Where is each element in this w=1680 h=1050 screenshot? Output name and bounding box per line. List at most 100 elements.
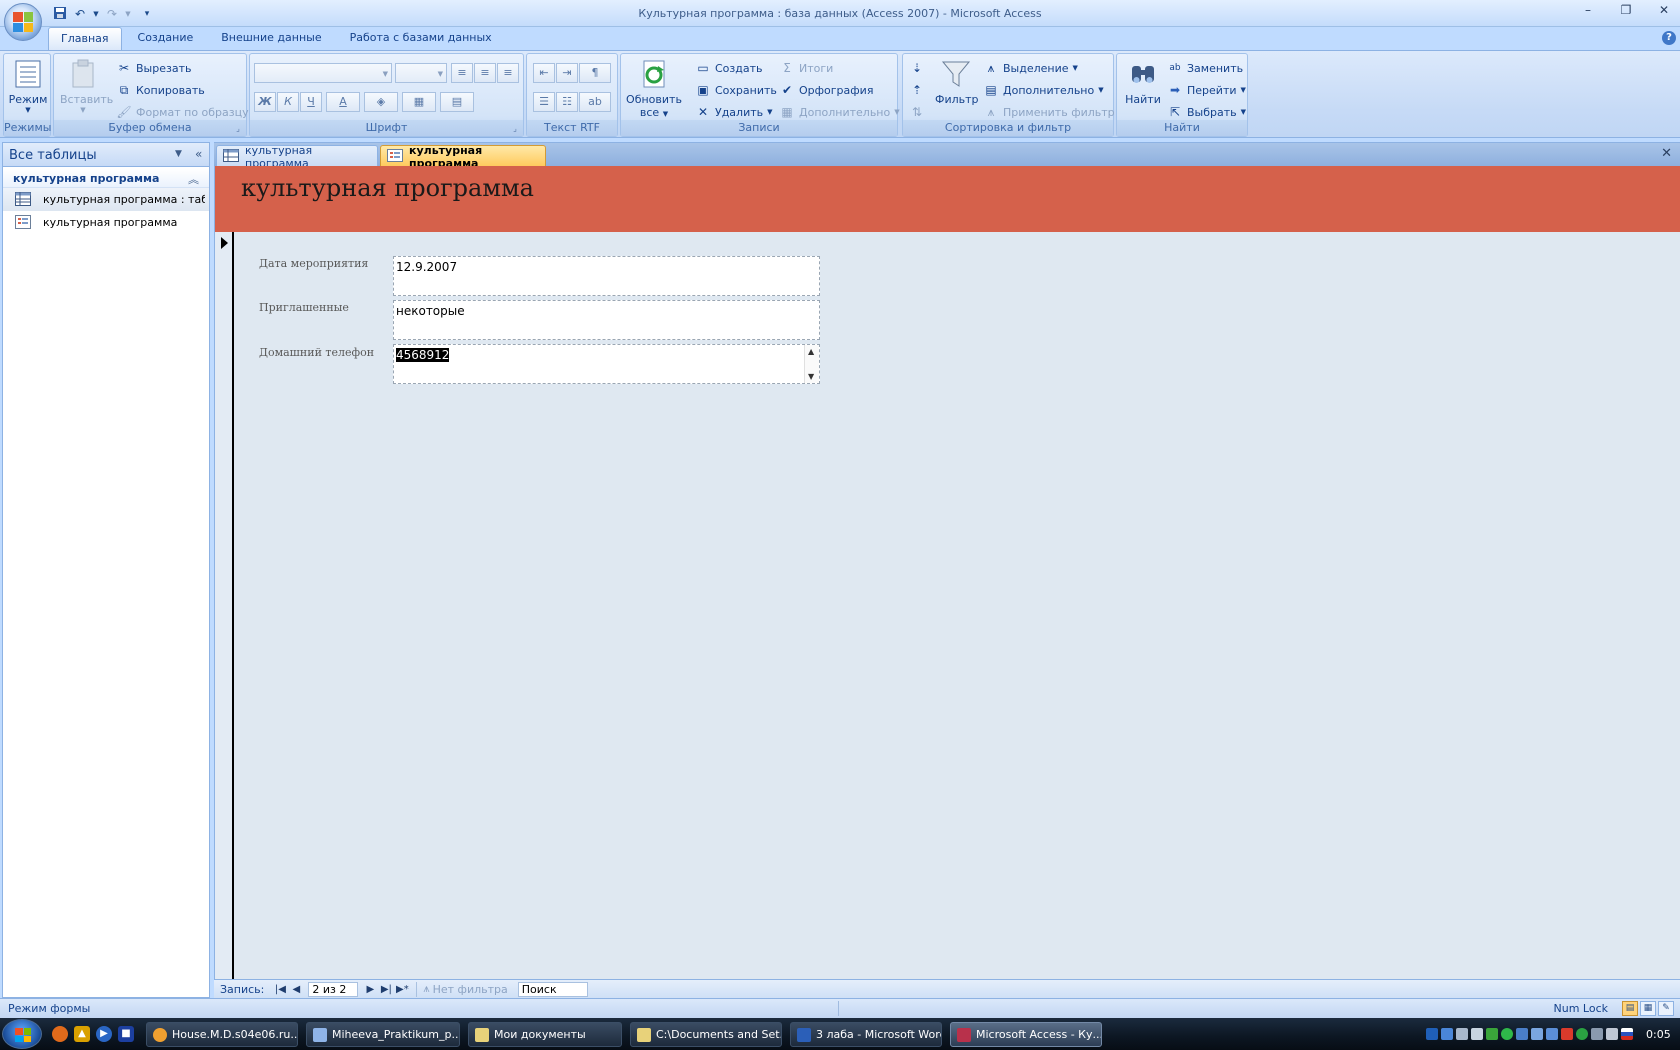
network-icon[interactable] — [1441, 1028, 1453, 1040]
tab-home[interactable]: Главная — [48, 27, 122, 50]
font-color-button[interactable]: А — [326, 92, 360, 112]
font-size-combo[interactable]: ▼ — [395, 63, 447, 83]
alternate-fill-icon[interactable]: ▤ — [440, 92, 474, 112]
doc-tab-table[interactable]: культурная программа — [216, 144, 378, 170]
tab-external-data[interactable]: Внешние данные — [209, 27, 333, 50]
redo-icon[interactable]: ↷ — [104, 6, 120, 22]
record-selector[interactable] — [215, 232, 234, 979]
filter-button[interactable]: Фильтр — [935, 58, 979, 106]
help-icon[interactable]: ? — [1662, 31, 1676, 45]
taskbar-button-active[interactable]: Microsoft Access - Ку... — [950, 1022, 1102, 1047]
redo-dropdown-icon[interactable]: ▼ — [124, 6, 132, 22]
format-painter-button[interactable]: 🖌 Формат по образцу — [116, 102, 248, 122]
fill-color-icon[interactable]: ◈ — [364, 92, 398, 112]
start-button[interactable] — [2, 1019, 42, 1049]
selection-button[interactable]: ⩚ Выделение ▼ — [983, 58, 1078, 78]
highlight-icon[interactable]: ab — [579, 92, 611, 112]
paste-button[interactable]: Вставить ▼ — [60, 58, 113, 114]
bold-button[interactable]: Ж — [254, 92, 276, 112]
clock[interactable]: 0:05 — [1646, 1028, 1671, 1041]
close-document-icon[interactable]: ✕ — [1661, 146, 1672, 161]
increase-indent-icon[interactable]: ⇥ — [556, 63, 578, 83]
nav-group-header[interactable]: культурная программа ︽ — [3, 169, 209, 188]
clipboard-dialog-launcher-icon[interactable]: ⌟ — [233, 124, 243, 134]
tray-app-icon[interactable] — [1486, 1028, 1498, 1040]
taskbar-button[interactable]: 3 лаба - Microsoft Word — [790, 1022, 942, 1047]
tray-app-icon[interactable] — [1606, 1028, 1618, 1040]
guests-field[interactable]: некоторые — [393, 300, 820, 340]
gridlines-icon[interactable]: ▦ — [402, 92, 436, 112]
maximize-button[interactable]: ❐ — [1618, 3, 1634, 17]
decrease-indent-icon[interactable]: ⇤ — [533, 63, 555, 83]
tab-create[interactable]: Создание — [126, 27, 206, 50]
sort-descending-button[interactable]: ⇡ — [909, 80, 925, 100]
taskbar-button[interactable]: Miheeva_Praktikum_p... — [306, 1022, 460, 1047]
replace-button[interactable]: ab Заменить — [1167, 58, 1243, 78]
messenger-icon[interactable] — [1501, 1028, 1513, 1040]
chevron-down-icon[interactable]: ▼ — [175, 149, 182, 159]
russian-flag-icon[interactable] — [1621, 1028, 1633, 1040]
no-filter-indicator[interactable]: ⩚ Нет фильтра — [423, 982, 507, 996]
numbering-icon[interactable]: ☰ — [533, 92, 555, 112]
font-dialog-launcher-icon[interactable]: ⌟ — [510, 124, 520, 134]
form-view-icon[interactable]: ▤ — [1622, 1001, 1638, 1016]
goto-button[interactable]: ➡ Перейти ▼ — [1167, 80, 1246, 100]
layout-view-icon[interactable]: ▦ — [1640, 1001, 1656, 1016]
collapse-group-icon[interactable]: ︽ — [188, 171, 199, 187]
undo-icon[interactable]: ↶ — [72, 6, 88, 22]
first-record-icon[interactable]: |◀ — [272, 984, 288, 995]
minimize-button[interactable]: – — [1580, 3, 1596, 17]
office-button[interactable] — [4, 3, 42, 41]
align-center-icon[interactable]: ≡ — [474, 63, 496, 83]
tray-app-icon[interactable] — [1531, 1028, 1543, 1040]
home-phone-field[interactable]: 4568912 ▲ ▼ — [393, 344, 820, 384]
event-date-field[interactable]: 12.9.2007 — [393, 256, 820, 296]
nav-item-form[interactable]: культурная программа — [3, 211, 209, 234]
undo-dropdown-icon[interactable]: ▼ — [92, 6, 100, 22]
close-button[interactable]: ✕ — [1656, 3, 1672, 17]
tray-app-icon[interactable] — [1516, 1028, 1528, 1040]
previous-record-icon[interactable]: ◀ — [288, 984, 304, 995]
warning-app-icon[interactable]: ▲ — [74, 1026, 90, 1042]
cut-button[interactable]: ✂ Вырезать — [116, 58, 192, 78]
volume-icon[interactable] — [1471, 1028, 1483, 1040]
advanced-filter-button[interactable]: ▤ Дополнительно ▼ — [983, 80, 1103, 100]
align-right-icon[interactable]: ≡ — [497, 63, 519, 83]
save-icon[interactable] — [52, 6, 68, 22]
search-input[interactable]: Поиск — [517, 981, 588, 997]
taskbar-button[interactable]: House.M.D.s04e06.ru... — [146, 1022, 298, 1047]
delete-record-button[interactable]: ✕ Удалить ▼ — [695, 102, 773, 122]
firefox-icon[interactable] — [52, 1026, 68, 1042]
tray-app-icon[interactable] — [1561, 1028, 1573, 1040]
new-record-nav-icon[interactable]: ▶* — [394, 984, 410, 995]
font-name-combo[interactable]: ▼ — [254, 63, 392, 83]
design-view-icon[interactable]: ✎ — [1658, 1001, 1674, 1016]
taskbar-button[interactable]: Мои документы — [468, 1022, 622, 1047]
qat-customize-icon[interactable]: ▾ — [142, 6, 152, 22]
next-record-icon[interactable]: ▶ — [362, 984, 378, 995]
underline-button[interactable]: Ч — [300, 92, 322, 112]
clear-sort-button[interactable]: ⇅ — [909, 102, 925, 122]
nav-item-table[interactable]: культурная программа : таб... — [3, 188, 209, 211]
scroll-down-icon[interactable]: ▼ — [808, 372, 814, 381]
bullets-icon[interactable]: ☷ — [556, 92, 578, 112]
taskbar-button[interactable]: C:\Documents and Set... — [630, 1022, 782, 1047]
nav-header[interactable]: Все таблицы ▼ « — [3, 143, 209, 167]
records-more-button[interactable]: ▦ Дополнительно ▼ — [779, 102, 899, 122]
select-button[interactable]: ⇱ Выбрать ▼ — [1167, 102, 1246, 122]
toggle-filter-button[interactable]: ⩚ Применить фильтр — [983, 102, 1115, 122]
spelling-button[interactable]: ✔ Орфография — [779, 80, 873, 100]
scroll-up-icon[interactable]: ▲ — [808, 347, 814, 356]
media-player-icon[interactable]: ▶ — [96, 1026, 112, 1042]
view-button[interactable]: Режим ▼ — [8, 58, 48, 114]
find-button[interactable]: Найти — [1123, 58, 1163, 106]
paragraph-direction-icon[interactable]: ¶ — [579, 63, 611, 83]
totals-button[interactable]: Σ Итоги — [779, 58, 833, 78]
doc-tab-form[interactable]: культурная программа — [380, 144, 546, 170]
copy-button[interactable]: ⧉ Копировать — [116, 80, 205, 100]
align-left-icon[interactable]: ≡ — [451, 63, 473, 83]
sort-ascending-button[interactable]: ⇣ — [909, 58, 925, 78]
collapse-pane-icon[interactable]: « — [195, 147, 202, 161]
language-icon[interactable] — [1426, 1028, 1438, 1040]
tab-database-tools[interactable]: Работа с базами данных — [338, 27, 504, 50]
